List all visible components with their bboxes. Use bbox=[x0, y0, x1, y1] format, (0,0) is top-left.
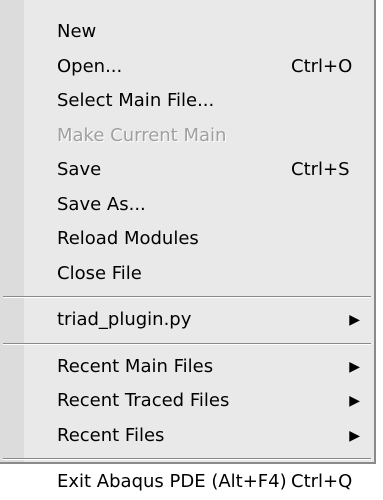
menu-item-label: Close File bbox=[57, 262, 142, 284]
menu-item-label: Save As... bbox=[57, 193, 146, 215]
menu-item-label: Select Main File... bbox=[57, 90, 215, 111]
menu-item-recent-traced-files[interactable]: Recent Traced Files ▶ bbox=[0, 384, 374, 419]
menu-item-open[interactable]: Open... Ctrl+O bbox=[0, 50, 374, 85]
menu-item-new[interactable]: New bbox=[0, 15, 374, 50]
menu-item-triad-plugin[interactable]: triad_plugin.py ▶ bbox=[0, 303, 374, 338]
menu-item-recent-main-files[interactable]: Recent Main Files ▶ bbox=[0, 350, 374, 385]
menu-separator bbox=[0, 453, 374, 465]
menu-item-make-current-main: Make Current Main bbox=[0, 119, 374, 154]
menu-item-select-main-file[interactable]: Select Main File... bbox=[0, 84, 374, 119]
triangle-right-icon: ▶ bbox=[349, 393, 360, 409]
menu-item-label: Reload Modules bbox=[57, 228, 199, 249]
menu-item-label: Exit Abaqus PDE (Alt+F4) bbox=[57, 471, 287, 492]
menu-item-shortcut: Ctrl+Q bbox=[291, 471, 353, 492]
menu-item-label: Open... bbox=[57, 55, 123, 77]
menu-item-exit[interactable]: Exit Abaqus PDE (Alt+F4) Ctrl+Q bbox=[0, 465, 374, 500]
menu-item-save[interactable]: Save Ctrl+S bbox=[0, 153, 374, 188]
menu-item-label: Save bbox=[57, 159, 102, 180]
menu-item-label: New bbox=[57, 21, 97, 42]
menu-item-shortcut: Ctrl+S bbox=[291, 159, 350, 180]
menu-item-label: Recent Traced Files bbox=[57, 390, 230, 411]
menu-item-label: triad_plugin.py bbox=[57, 309, 192, 330]
menu-item-close-file[interactable]: Close File bbox=[0, 257, 374, 292]
menu-separator bbox=[0, 338, 374, 350]
file-menu: New Open... Ctrl+O Select Main File... M… bbox=[0, 0, 376, 492]
menu-item-label: Recent Main Files bbox=[57, 355, 214, 377]
menu-separator bbox=[0, 291, 374, 303]
menu-item-reload-modules[interactable]: Reload Modules bbox=[0, 222, 374, 257]
menu-item-recent-files[interactable]: Recent Files ▶ bbox=[0, 419, 374, 454]
menu-item-label: Make Current Main bbox=[57, 124, 227, 146]
menu-item-label: Recent Files bbox=[57, 424, 165, 446]
menu-item-shortcut: Ctrl+O bbox=[291, 55, 353, 77]
menu-items: New Open... Ctrl+O Select Main File... M… bbox=[0, 15, 374, 500]
triangle-right-icon: ▶ bbox=[349, 312, 360, 328]
triangle-right-icon: ▶ bbox=[349, 427, 360, 444]
menu-item-save-as[interactable]: Save As... bbox=[0, 188, 374, 223]
triangle-right-icon: ▶ bbox=[349, 358, 360, 375]
